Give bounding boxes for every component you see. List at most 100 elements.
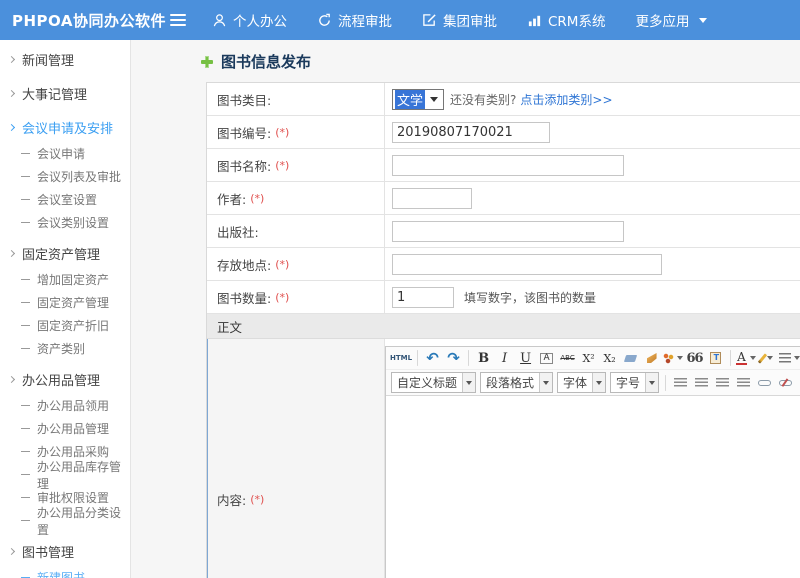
- format-painter-button[interactable]: [663, 348, 683, 368]
- add-plus-icon: [200, 55, 214, 69]
- bullet-icon: [21, 520, 30, 521]
- align-center-button[interactable]: [692, 373, 711, 393]
- required-mark: (*): [275, 126, 289, 139]
- bullet-icon: [21, 279, 30, 280]
- rich-text-editor: HTML ↶ ↷ B I: [385, 346, 800, 578]
- sidebar-item[interactable]: 会议类别设置: [0, 211, 130, 234]
- align-left-button[interactable]: [671, 373, 690, 393]
- dropdown-arrow-icon: [462, 373, 475, 392]
- caret-icon: [767, 356, 773, 360]
- book-name-input[interactable]: [392, 155, 624, 176]
- add-category-link[interactable]: 点击添加类别>>: [520, 91, 612, 108]
- top-navbar: PHPOA协同办公软件 个人办公 流程审批 集团审批 CRM系统 更多应用: [0, 0, 800, 40]
- editor-toolbar-row1: HTML ↶ ↷ B I: [386, 347, 800, 370]
- editor-toolbar-row2: 自定义标题 段落格式 字体 字号: [386, 370, 800, 396]
- select-arrow-icon: [430, 97, 438, 102]
- author-input[interactable]: [392, 188, 472, 209]
- required-mark: (*): [275, 258, 289, 271]
- nav-item-group-approval[interactable]: 集团审批: [422, 10, 497, 30]
- bold-button[interactable]: B: [474, 348, 493, 368]
- remove-format-button[interactable]: A: [537, 348, 556, 368]
- font-color-button[interactable]: A: [736, 348, 756, 368]
- book-no-input[interactable]: [392, 122, 550, 143]
- underline-button[interactable]: U: [516, 348, 535, 368]
- bullet-icon: [21, 176, 30, 177]
- nav-item-workflow-approval[interactable]: 流程审批: [317, 10, 392, 30]
- nav-item-personal-office[interactable]: 个人办公: [212, 10, 287, 30]
- superscript-button[interactable]: X²: [579, 348, 598, 368]
- bullet-icon: [21, 199, 30, 200]
- dropdown-arrow-icon: [645, 373, 658, 392]
- sidebar: 新闻管理 大事记管理 会议申请及安排 会议申请 会议列表及审批 会议室设置 会议…: [0, 40, 131, 578]
- sidebar-item[interactable]: 会议列表及审批: [0, 165, 130, 188]
- sidebar-item[interactable]: 办公用品领用: [0, 394, 130, 417]
- caret-icon: [794, 356, 800, 360]
- align-justify-button[interactable]: [734, 373, 753, 393]
- publisher-input[interactable]: [392, 221, 624, 242]
- sidebar-item[interactable]: 新建图书: [0, 566, 130, 578]
- align-right-button[interactable]: [713, 373, 732, 393]
- ordered-list-button[interactable]: [779, 348, 800, 368]
- quantity-input[interactable]: [392, 287, 454, 308]
- sidebar-item[interactable]: 固定资产管理: [0, 291, 130, 314]
- eraser-button[interactable]: [621, 348, 640, 368]
- sidebar-item[interactable]: 大事记管理: [0, 78, 130, 108]
- sidebar-item[interactable]: 办公用品分类设置: [0, 509, 130, 532]
- link-button[interactable]: [755, 373, 774, 393]
- person-icon: [212, 13, 227, 28]
- bullet-icon: [21, 222, 30, 223]
- category-select[interactable]: 文学: [392, 89, 444, 110]
- strikethrough-button[interactable]: ABC: [558, 348, 577, 368]
- unlink-button[interactable]: [776, 373, 795, 393]
- sidebar-item[interactable]: 会议室设置: [0, 188, 130, 211]
- font-size-select[interactable]: 字号: [610, 372, 659, 393]
- italic-button[interactable]: I: [495, 348, 514, 368]
- nav-item-more-apps[interactable]: 更多应用: [635, 10, 707, 30]
- sidebar-item[interactable]: 会议申请及安排: [0, 112, 130, 142]
- sidebar-item[interactable]: 资产类别: [0, 337, 130, 360]
- bullet-icon: [8, 55, 15, 62]
- sidebar-item[interactable]: 图书管理: [0, 536, 130, 566]
- app-logo: PHPOA协同办公软件: [0, 10, 170, 31]
- sidebar-item[interactable]: 办公用品库存管理: [0, 463, 130, 486]
- clear-html-button[interactable]: [642, 348, 661, 368]
- toolbar-separator: [417, 350, 418, 366]
- bullet-icon: [8, 123, 15, 130]
- sidebar-item[interactable]: 新闻管理: [0, 44, 130, 74]
- sidebar-item[interactable]: 固定资产折旧: [0, 314, 130, 337]
- paste-plain-button[interactable]: [706, 348, 725, 368]
- nav-item-crm-system[interactable]: CRM系统: [527, 10, 605, 30]
- caret-icon: [677, 356, 683, 360]
- page-title: 图书信息发布: [200, 51, 311, 72]
- body-section-header: 正文: [207, 314, 800, 339]
- hamburger-menu-icon[interactable]: [170, 14, 186, 26]
- subscript-button[interactable]: X₂: [600, 348, 619, 368]
- sidebar-item[interactable]: 增加固定资产: [0, 268, 130, 291]
- paragraph-format-select[interactable]: 段落格式: [480, 372, 553, 393]
- bullet-icon: [21, 325, 30, 326]
- location-input[interactable]: [392, 254, 662, 275]
- dropdown-arrow-icon: [539, 373, 552, 392]
- chevron-down-icon: [699, 18, 707, 23]
- toolbar-separator: [665, 375, 666, 391]
- dropdown-arrow-icon: [592, 373, 605, 392]
- form-row-content: 内容: (*) HTML ↶ ↷: [207, 339, 800, 578]
- font-family-select[interactable]: 字体: [557, 372, 606, 393]
- highlight-color-button[interactable]: [758, 348, 777, 368]
- main-content: 图书信息发布 图书类目: 文学 还没有类别? 点击添加类别>> 图书编号: (*…: [131, 40, 800, 578]
- redo-button[interactable]: ↷: [444, 348, 463, 368]
- sidebar-item[interactable]: 会议申请: [0, 142, 130, 165]
- form-row-publisher: 出版社:: [207, 215, 800, 248]
- bullet-icon: [21, 405, 30, 406]
- bullet-icon: [8, 89, 15, 96]
- custom-heading-select[interactable]: 自定义标题: [391, 372, 476, 393]
- html-source-button[interactable]: HTML: [390, 348, 412, 368]
- sidebar-item[interactable]: 办公用品管理: [0, 417, 130, 440]
- blockquote-button[interactable]: 66: [685, 348, 704, 368]
- form-row-book-name: 图书名称: (*): [207, 149, 800, 182]
- undo-button[interactable]: ↶: [423, 348, 442, 368]
- form-row-category: 图书类目: 文学 还没有类别? 点击添加类别>>: [207, 83, 800, 116]
- editor-content-area[interactable]: [386, 396, 800, 578]
- sidebar-item[interactable]: 办公用品管理: [0, 364, 130, 394]
- sidebar-item[interactable]: 固定资产管理: [0, 238, 130, 268]
